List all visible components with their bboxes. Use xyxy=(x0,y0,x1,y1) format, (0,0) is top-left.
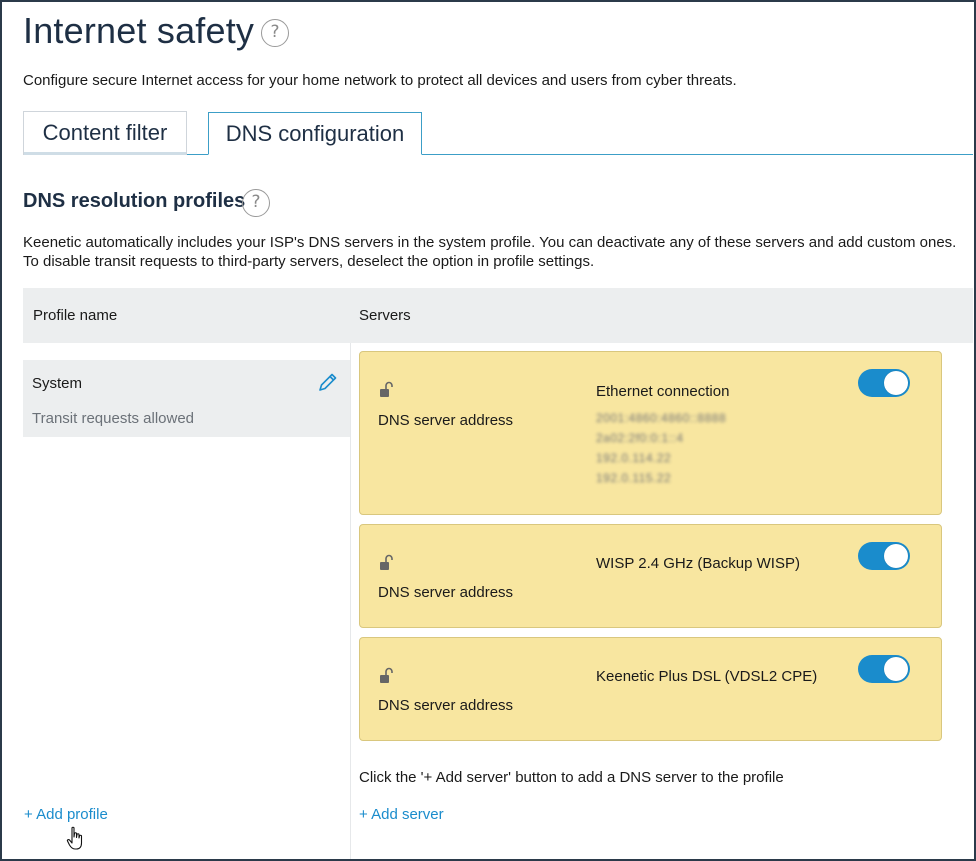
tab-dns-configuration[interactable]: DNS configuration xyxy=(208,112,422,155)
dns-server-card: DNS server address WISP 2.4 GHz (Backup … xyxy=(359,524,942,628)
dns-server-card: DNS server address Keenetic Plus DSL (VD… xyxy=(359,637,942,741)
profile-transit-status: Transit requests allowed xyxy=(32,410,195,427)
server-enabled-toggle[interactable] xyxy=(858,369,910,397)
dns-address: 2001:4860:4860::8888 xyxy=(596,411,727,425)
toggle-knob xyxy=(884,657,908,681)
page-intro: Configure secure Internet access for you… xyxy=(23,72,737,89)
description-line-1: Keenetic automatically includes your ISP… xyxy=(23,234,957,251)
page-title: Internet safety xyxy=(23,10,255,51)
dns-address: 2a02:2f0:0:1::4 xyxy=(596,431,684,445)
section-title: DNS resolution profiles xyxy=(23,190,246,212)
add-server-link[interactable]: + Add server xyxy=(359,806,444,823)
server-enabled-toggle[interactable] xyxy=(858,542,910,570)
profile-item-system[interactable]: System Transit requests allowed xyxy=(23,360,350,437)
toggle-knob xyxy=(884,371,908,395)
dns-server-label: DNS server address xyxy=(378,584,514,601)
tab-content-filter[interactable]: Content filter xyxy=(23,111,187,155)
unlock-icon[interactable] xyxy=(378,553,394,573)
column-header-servers: Servers xyxy=(359,307,411,324)
toggle-knob xyxy=(884,544,908,568)
pencil-icon[interactable] xyxy=(317,371,339,393)
dns-address: 192.0.115.22 xyxy=(596,471,672,485)
column-header-profile-name: Profile name xyxy=(33,307,118,324)
server-enabled-toggle[interactable] xyxy=(858,655,910,683)
table-header: Profile name Servers xyxy=(23,288,973,343)
dns-server-card: DNS server address Ethernet connection 2… xyxy=(359,351,942,515)
description-line-2: To disable transit requests to third-par… xyxy=(23,253,595,270)
connection-name: WISP 2.4 GHz (Backup WISP) xyxy=(596,555,800,572)
dns-address: 192.0.114.22 xyxy=(596,451,672,465)
unlock-icon[interactable] xyxy=(378,380,394,400)
profile-name: System xyxy=(32,375,83,392)
section-help-icon[interactable]: ? xyxy=(242,189,270,217)
connection-name: Keenetic Plus DSL (VDSL2 CPE) xyxy=(596,668,818,685)
add-server-hint: Click the '+ Add server' button to add a… xyxy=(359,769,784,786)
column-divider xyxy=(350,343,351,859)
help-icon[interactable]: ? xyxy=(261,19,289,47)
unlock-icon[interactable] xyxy=(378,666,394,686)
hand-pointer-icon xyxy=(66,826,83,850)
dns-server-label: DNS server address xyxy=(378,412,514,429)
add-profile-link[interactable]: + Add profile xyxy=(24,806,108,823)
section-description: Keenetic automatically includes your ISP… xyxy=(23,233,973,271)
connection-name: Ethernet connection xyxy=(596,383,730,400)
dns-server-label: DNS server address xyxy=(378,697,514,714)
